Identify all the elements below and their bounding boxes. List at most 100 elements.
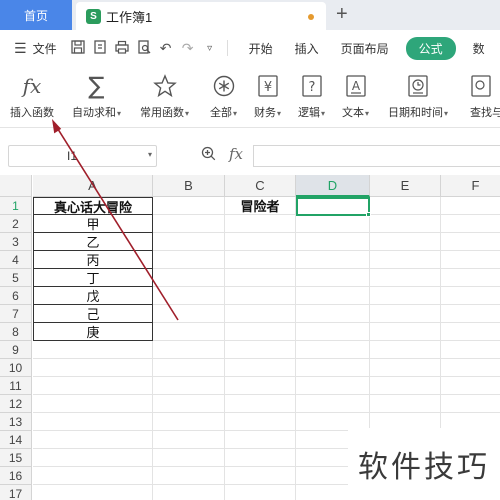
row-header-9[interactable]: 9 <box>0 341 32 359</box>
cell-a8[interactable]: 庚 <box>33 323 153 341</box>
row-header-10[interactable]: 10 <box>0 359 32 377</box>
save-icon[interactable] <box>67 39 89 57</box>
row-header-3[interactable]: 3 <box>0 233 32 251</box>
cell-d10[interactable] <box>296 359 370 377</box>
cell-a9[interactable] <box>33 341 153 359</box>
cell-f9[interactable] <box>441 341 500 359</box>
undo-icon[interactable]: ↶ <box>155 40 177 57</box>
fill-handle[interactable] <box>366 212 371 217</box>
lookup-functions-button[interactable]: 查找与 <box>470 72 500 120</box>
cell-a4[interactable]: 丙 <box>33 251 153 269</box>
cell-c16[interactable] <box>225 467 296 485</box>
row-header-13[interactable]: 13 <box>0 413 32 431</box>
cell-a2[interactable]: 甲 <box>33 215 153 233</box>
customize-toolbar-icon[interactable]: ▿ <box>199 43 221 54</box>
cell-b8[interactable] <box>153 323 225 341</box>
finance-functions-button[interactable]: ¥ 财务▾ <box>254 72 281 120</box>
cell-e3[interactable] <box>370 233 441 251</box>
row-header-7[interactable]: 7 <box>0 305 32 323</box>
tab-data[interactable]: 数 <box>462 40 496 57</box>
cell-f1[interactable] <box>441 197 500 215</box>
row-header-2[interactable]: 2 <box>0 215 32 233</box>
cell-d5[interactable] <box>296 269 370 287</box>
cell-c4[interactable] <box>225 251 296 269</box>
cell-c14[interactable] <box>225 431 296 449</box>
row-header-4[interactable]: 4 <box>0 251 32 269</box>
cell-d6[interactable] <box>296 287 370 305</box>
cell-e8[interactable] <box>370 323 441 341</box>
cell-f2[interactable] <box>441 215 500 233</box>
tab-home[interactable]: 首页 <box>0 0 72 30</box>
tab-start[interactable]: 开始 <box>238 40 284 57</box>
cell-d2[interactable] <box>296 215 370 233</box>
cell-b5[interactable] <box>153 269 225 287</box>
tab-page-layout[interactable]: 页面布局 <box>330 40 400 57</box>
cell-d12[interactable] <box>296 395 370 413</box>
cell-c8[interactable] <box>225 323 296 341</box>
cell-c15[interactable] <box>225 449 296 467</box>
cell-e4[interactable] <box>370 251 441 269</box>
cell-a10[interactable] <box>33 359 153 377</box>
cell-c9[interactable] <box>225 341 296 359</box>
cell-a13[interactable] <box>33 413 153 431</box>
all-functions-button[interactable]: 全部▾ <box>210 72 237 120</box>
cell-f7[interactable] <box>441 305 500 323</box>
cell-c7[interactable] <box>225 305 296 323</box>
cell-e1[interactable] <box>370 197 441 215</box>
insert-function-fx-icon[interactable]: fx <box>229 145 243 163</box>
cell-c5[interactable] <box>225 269 296 287</box>
cell-b14[interactable] <box>153 431 225 449</box>
cell-a5[interactable]: 丁 <box>33 269 153 287</box>
zoom-icon[interactable] <box>201 146 216 164</box>
cell-c2[interactable] <box>225 215 296 233</box>
cell-c13[interactable] <box>225 413 296 431</box>
cell-f3[interactable] <box>441 233 500 251</box>
cell-a6[interactable]: 戊 <box>33 287 153 305</box>
cell-f11[interactable] <box>441 377 500 395</box>
cell-e2[interactable] <box>370 215 441 233</box>
cell-a3[interactable]: 乙 <box>33 233 153 251</box>
chevron-down-icon[interactable]: ▾ <box>148 150 152 159</box>
name-box[interactable]: I1 ▾ <box>8 145 157 167</box>
row-header-16[interactable]: 16 <box>0 467 32 485</box>
cell-b15[interactable] <box>153 449 225 467</box>
select-all-corner[interactable] <box>0 175 32 197</box>
row-header-15[interactable]: 15 <box>0 449 32 467</box>
cell-e9[interactable] <box>370 341 441 359</box>
cell-a12[interactable] <box>33 395 153 413</box>
cell-a11[interactable] <box>33 377 153 395</box>
cell-b13[interactable] <box>153 413 225 431</box>
row-header-11[interactable]: 11 <box>0 377 32 395</box>
tab-insert[interactable]: 插入 <box>284 40 330 57</box>
cell-d11[interactable] <box>296 377 370 395</box>
tab-formulas[interactable]: 公式 <box>405 36 456 60</box>
cell-d9[interactable] <box>296 341 370 359</box>
cell-c1[interactable]: 冒险者 <box>225 197 296 215</box>
cell-c17[interactable] <box>225 485 296 500</box>
cell-a17[interactable] <box>33 485 153 500</box>
cell-d4[interactable] <box>296 251 370 269</box>
cell-f10[interactable] <box>441 359 500 377</box>
datetime-functions-button[interactable]: 日期和时间▾ <box>388 72 448 120</box>
cell-f5[interactable] <box>441 269 500 287</box>
cell-a14[interactable] <box>33 431 153 449</box>
cell-b10[interactable] <box>153 359 225 377</box>
cell-b16[interactable] <box>153 467 225 485</box>
cell-e11[interactable] <box>370 377 441 395</box>
autosum-button[interactable]: ∑ 自动求和▾ <box>72 72 121 120</box>
row-header-1[interactable]: 1 <box>0 197 32 215</box>
text-functions-button[interactable]: A 文本▾ <box>342 72 369 120</box>
cell-b11[interactable] <box>153 377 225 395</box>
row-header-6[interactable]: 6 <box>0 287 32 305</box>
row-header-5[interactable]: 5 <box>0 269 32 287</box>
cell-b17[interactable] <box>153 485 225 500</box>
cell-f8[interactable] <box>441 323 500 341</box>
column-header-a[interactable]: A <box>33 175 153 197</box>
cell-b1[interactable] <box>153 197 225 215</box>
column-header-f[interactable]: F <box>441 175 500 197</box>
cell-f12[interactable] <box>441 395 500 413</box>
column-header-e[interactable]: E <box>370 175 441 197</box>
cell-a16[interactable] <box>33 467 153 485</box>
row-header-14[interactable]: 14 <box>0 431 32 449</box>
common-functions-button[interactable]: 常用函数▾ <box>140 72 189 120</box>
